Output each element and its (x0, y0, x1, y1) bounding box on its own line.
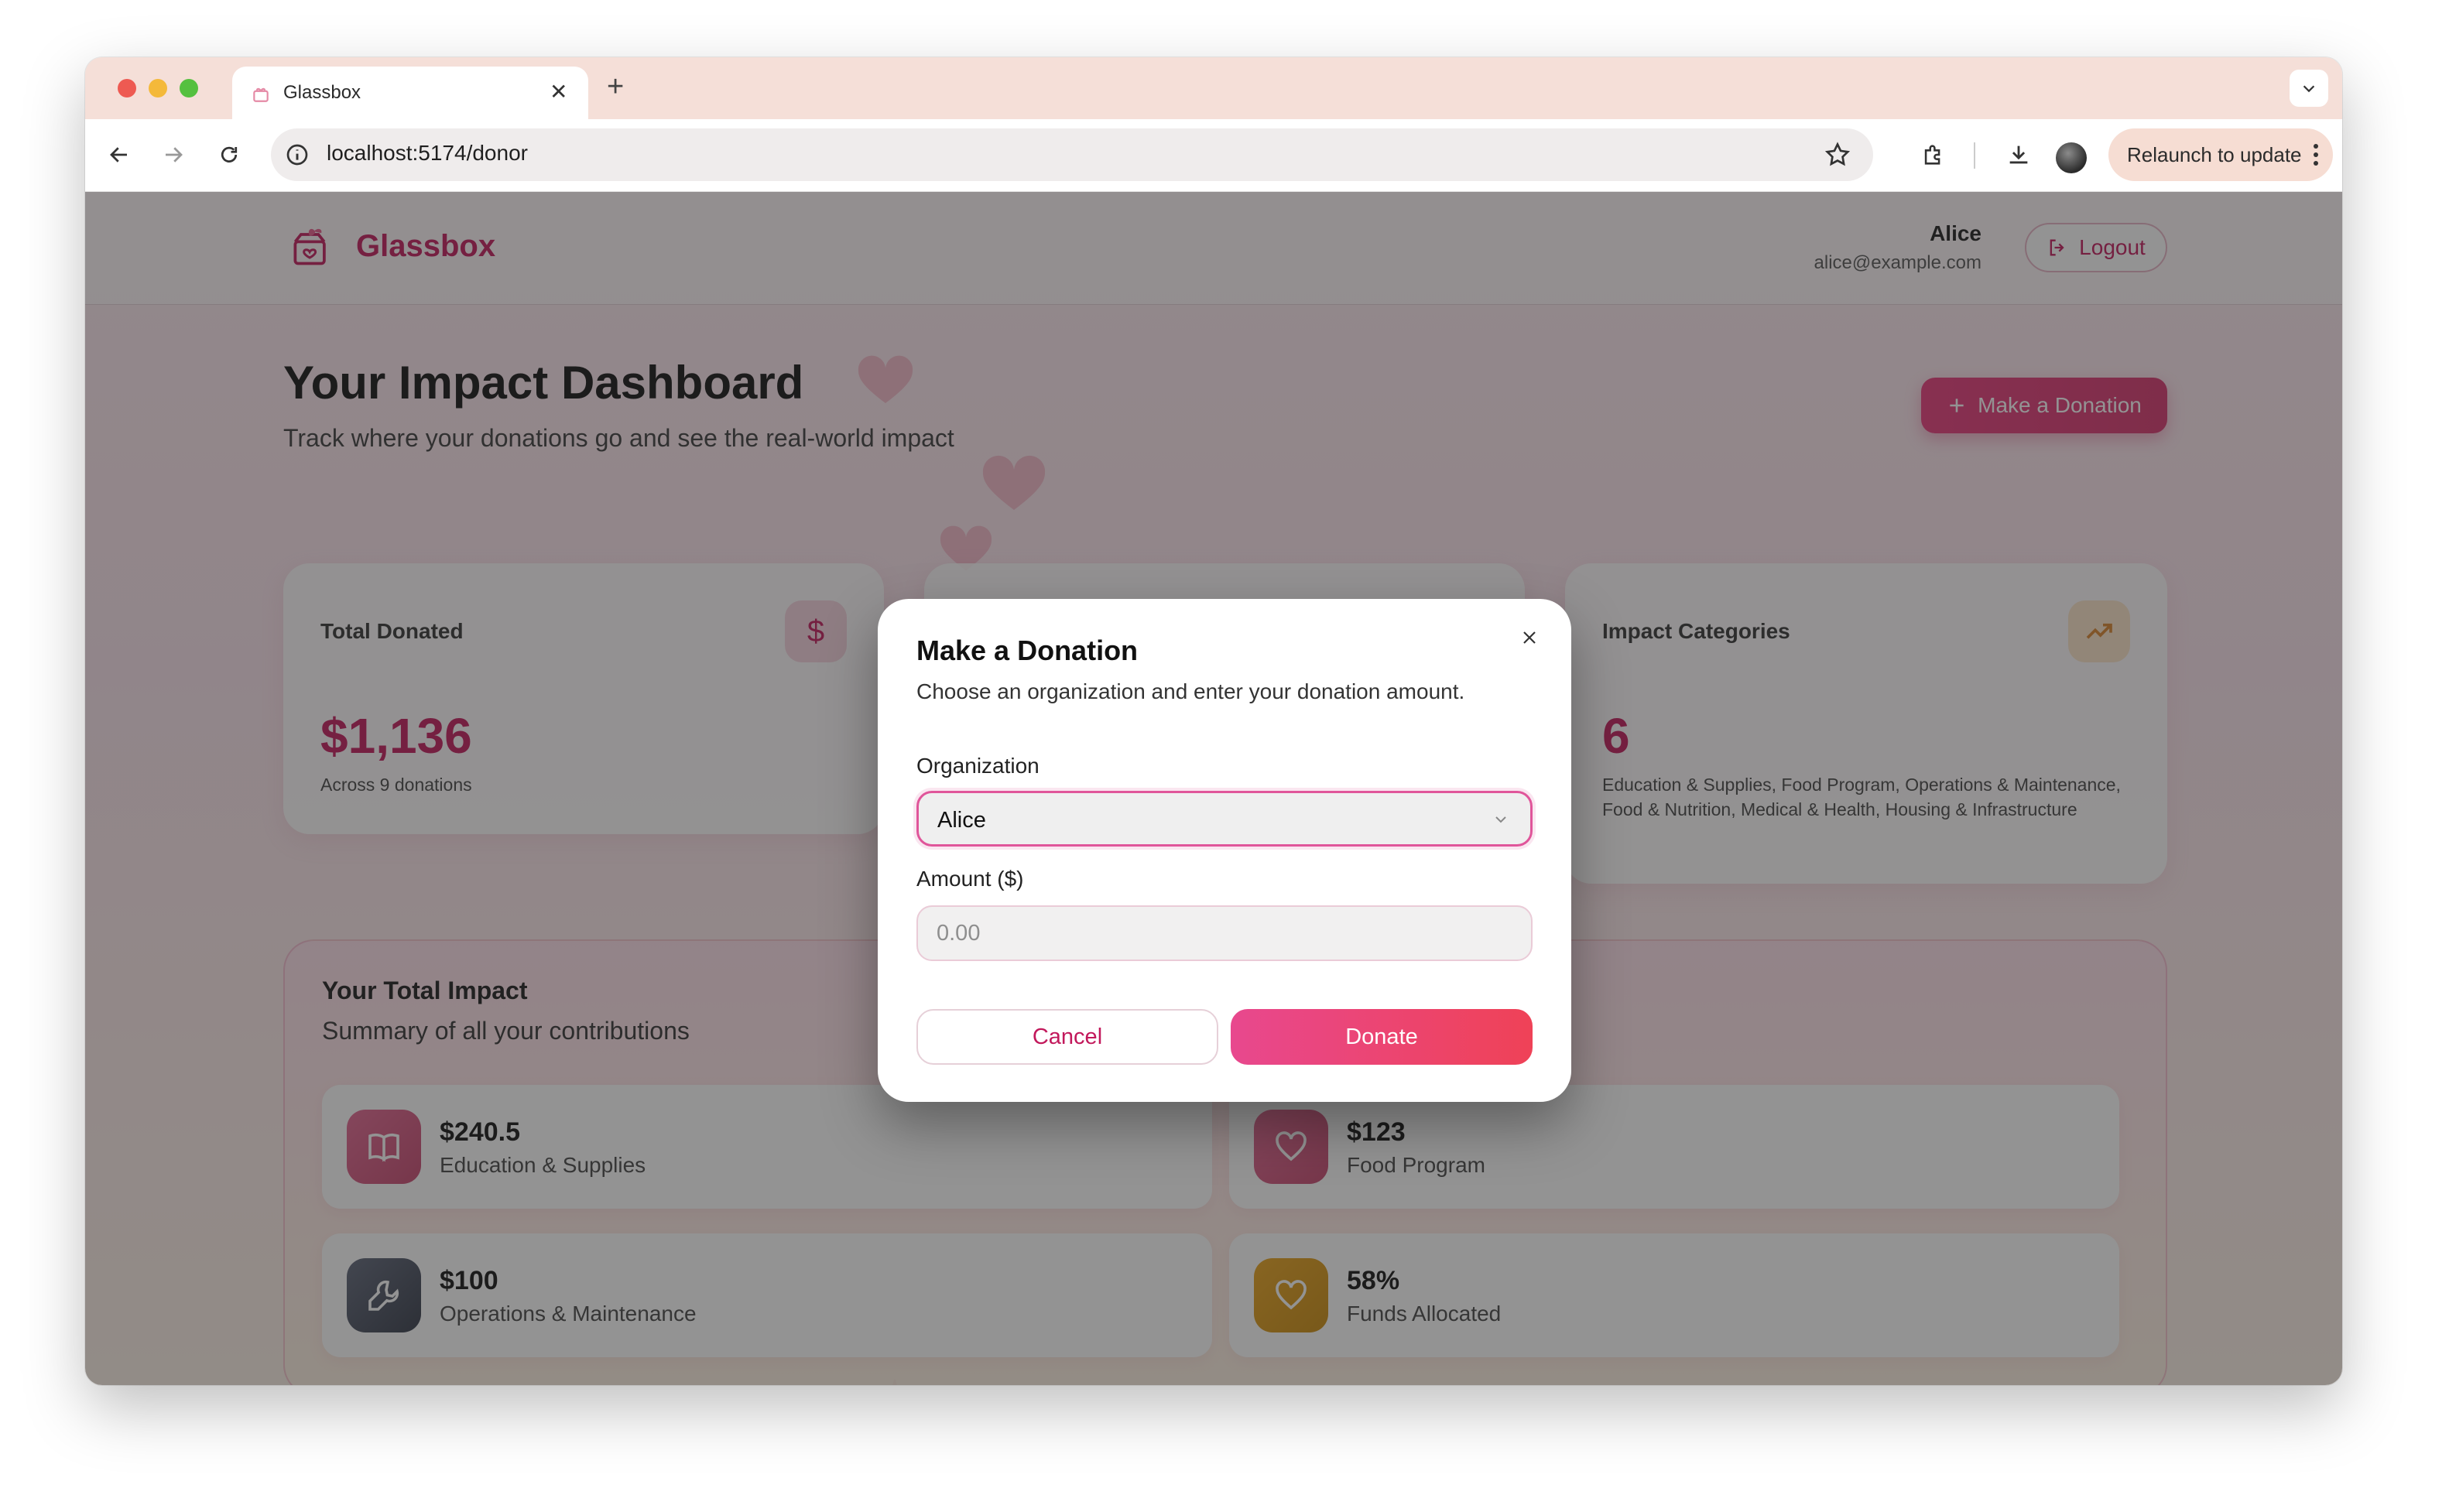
organization-label: Organization (916, 754, 1040, 778)
puzzle-icon (1924, 145, 1940, 165)
organization-select-value: Alice (937, 808, 986, 833)
tab-search-button[interactable] (2290, 70, 2328, 107)
arrow-right-icon (166, 147, 183, 162)
profile-avatar[interactable] (2056, 142, 2087, 173)
forward-button[interactable] (156, 138, 190, 172)
maximize-window-button[interactable] (180, 79, 198, 97)
new-tab-icon[interactable]: + (607, 71, 624, 102)
browser-window: Glassbox ✕ + localhost:5174/donor Relaun… (85, 57, 2342, 1385)
extensions-button[interactable] (1916, 138, 1951, 172)
browser-tab[interactable]: Glassbox ✕ (232, 67, 588, 119)
tab-title: Glassbox (283, 82, 361, 103)
modal-description: Choose an organization and enter your do… (916, 679, 1465, 703)
chevron-down-icon (2303, 85, 2315, 93)
cancel-button[interactable]: Cancel (916, 1009, 1218, 1065)
page-content: Glassbox Alice alice@example.com Logout … (85, 192, 2342, 1385)
modal-close-icon[interactable] (1514, 622, 1545, 653)
address-bar[interactable]: localhost:5174/donor (271, 128, 1873, 181)
relaunch-label: Relaunch to update (2127, 142, 2302, 166)
info-icon[interactable] (285, 142, 310, 167)
donation-modal: Make a Donation Choose an organization a… (878, 599, 1571, 1102)
chevron-down-icon (1495, 816, 1506, 823)
minimize-window-button[interactable] (149, 79, 167, 97)
downloads-button[interactable] (2002, 138, 2036, 172)
back-button[interactable] (102, 138, 136, 172)
tab-close-icon[interactable]: ✕ (550, 79, 567, 105)
more-vert-icon (2314, 144, 2318, 166)
organization-select[interactable]: Alice (916, 791, 1533, 847)
close-window-button[interactable] (118, 79, 136, 97)
star-icon[interactable] (1824, 141, 1851, 169)
arrow-left-icon (110, 147, 127, 162)
favicon-icon (253, 87, 269, 102)
toolbar-divider (1974, 142, 1975, 169)
relaunch-button[interactable]: Relaunch to update (2108, 128, 2333, 181)
browser-toolbar: localhost:5174/donor Relaunch to update (85, 119, 2342, 192)
tab-strip: Glassbox ✕ + (85, 57, 2342, 119)
modal-title: Make a Donation (916, 635, 1139, 666)
amount-input[interactable] (916, 905, 1533, 961)
donate-button[interactable]: Donate (1231, 1009, 1533, 1065)
reload-button[interactable] (212, 138, 246, 172)
download-icon (2009, 145, 2028, 164)
url-text: localhost:5174/donor (327, 141, 528, 165)
amount-label: Amount ($) (916, 867, 1024, 891)
reload-icon (221, 146, 238, 162)
